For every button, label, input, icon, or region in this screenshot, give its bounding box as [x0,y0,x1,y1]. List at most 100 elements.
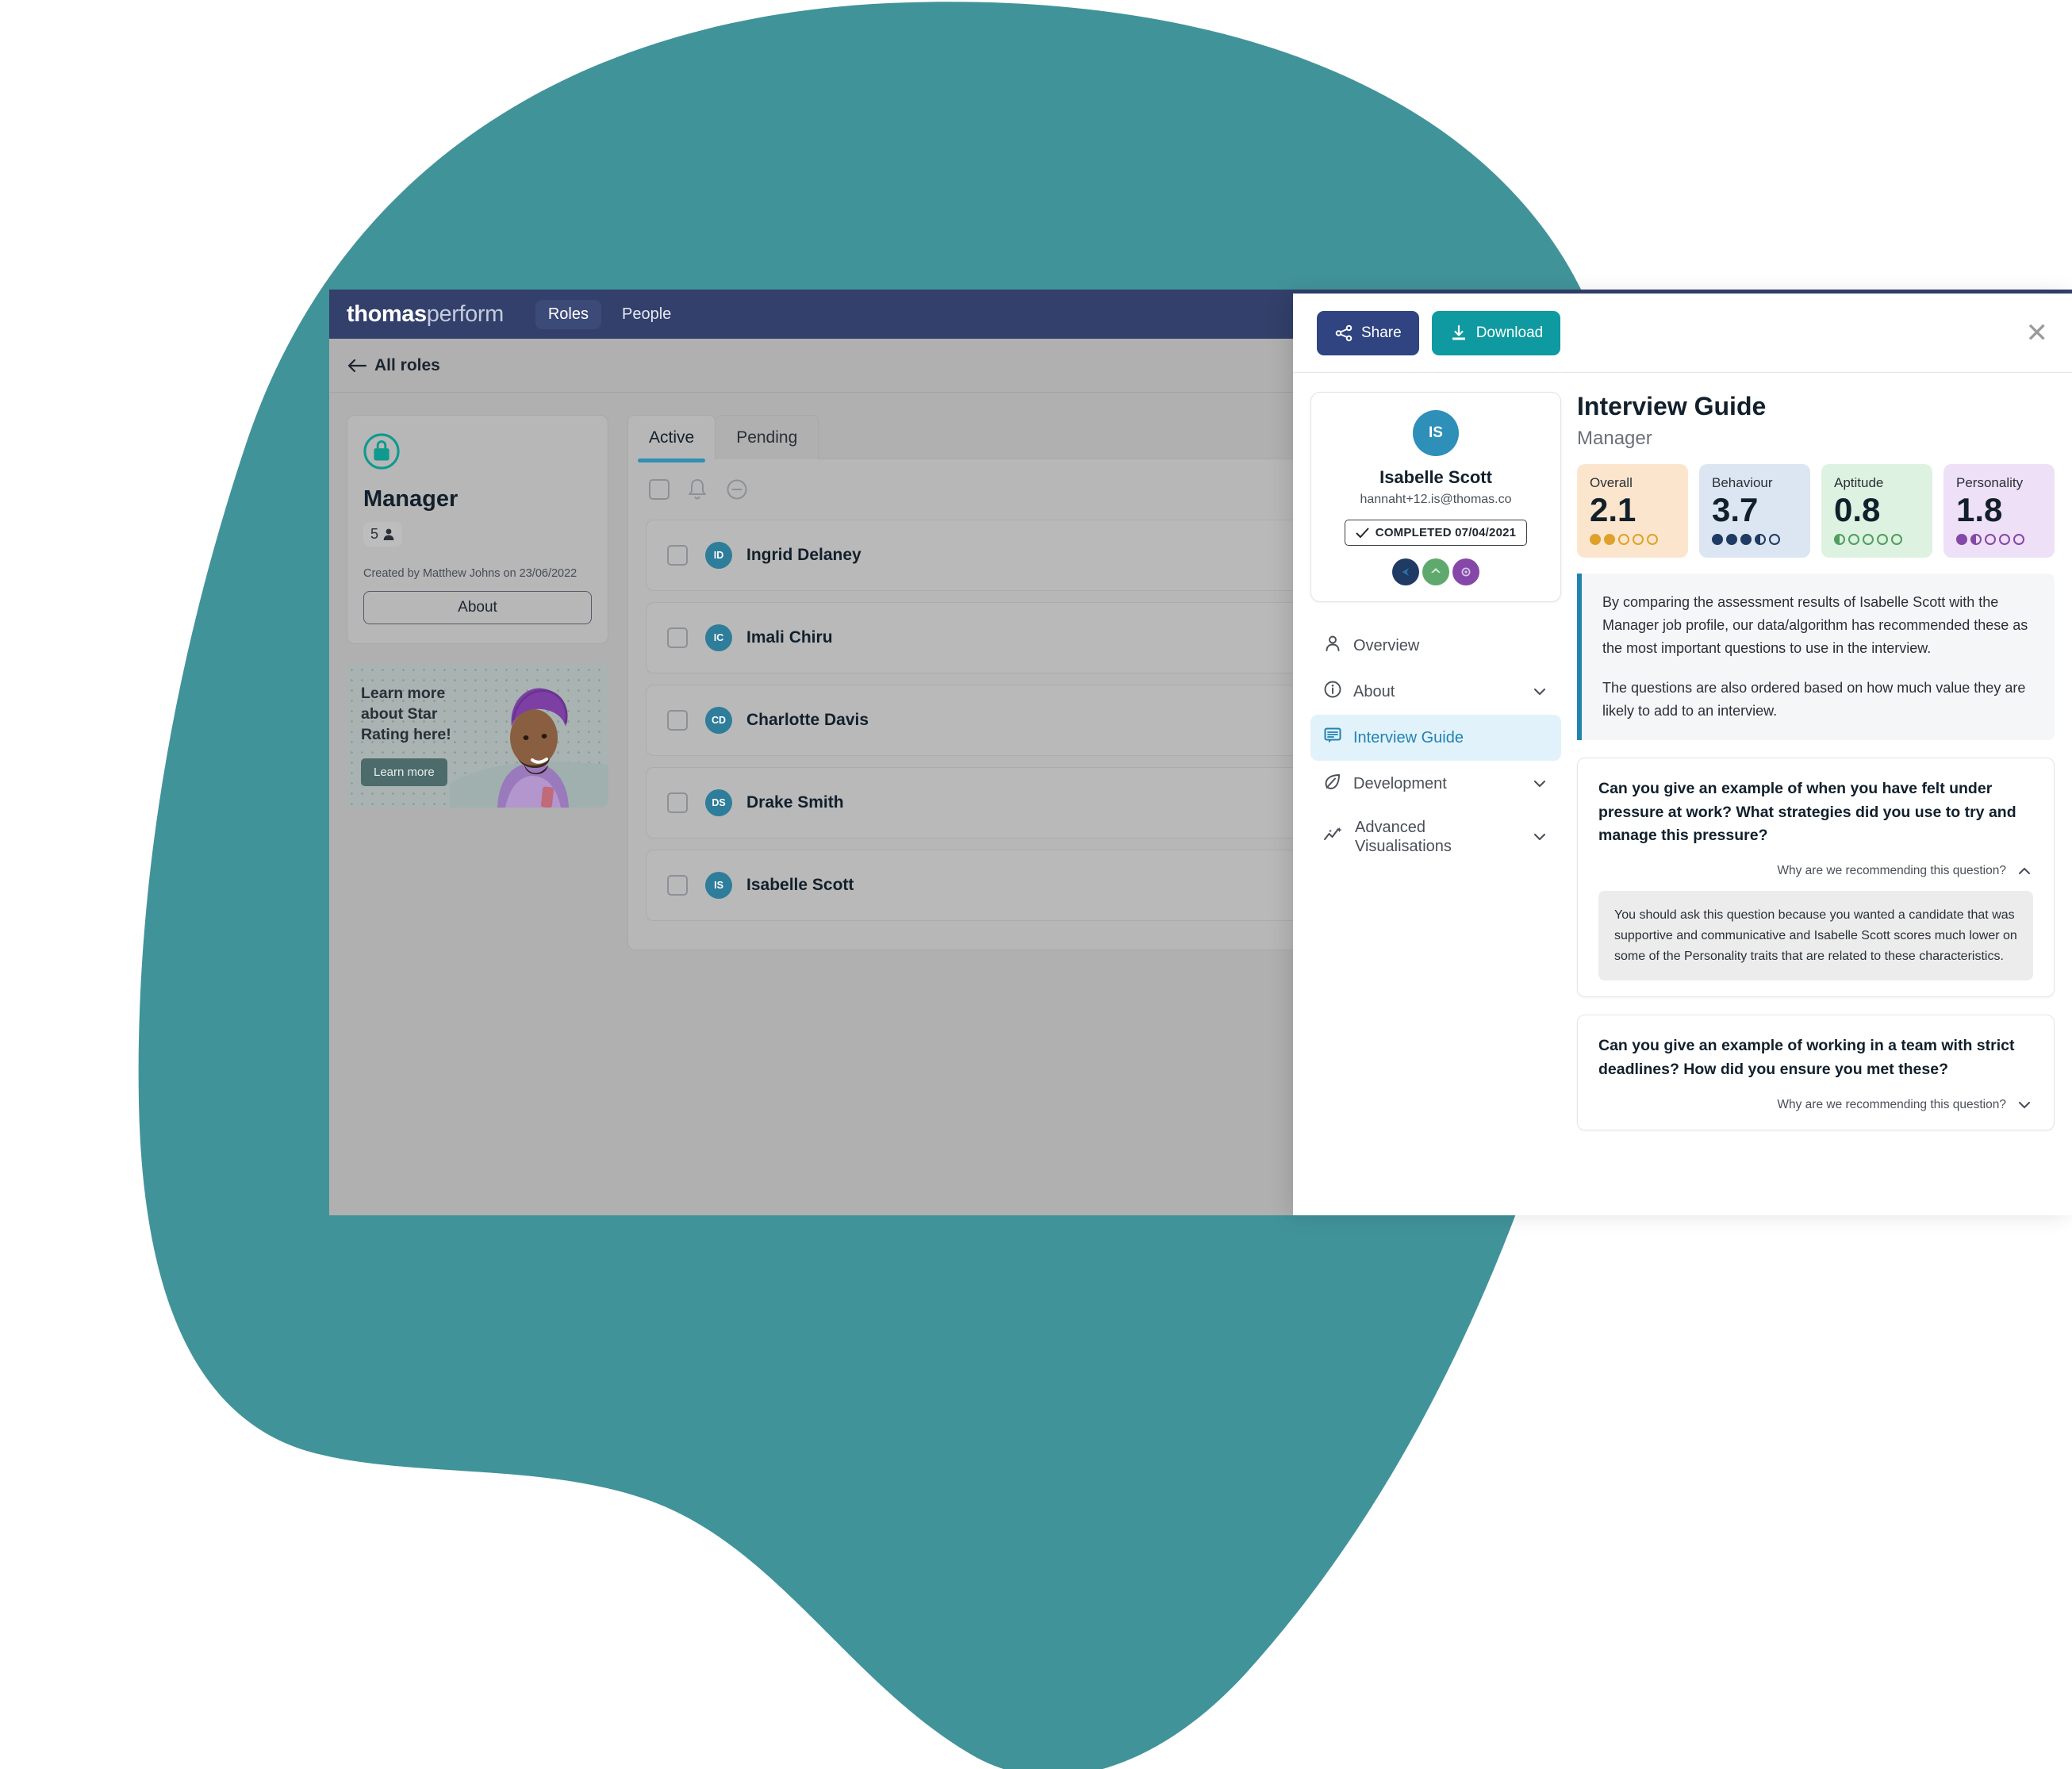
row-checkbox[interactable] [667,627,688,648]
leaf-icon [1323,772,1342,796]
rating-dot [1863,534,1874,546]
bell-icon[interactable] [687,478,708,501]
member-count-chip: 5 [363,522,403,547]
analytics-icon [1323,825,1344,849]
chevron-down-icon [1533,780,1546,788]
logo-light: perform [426,301,505,327]
sidebar-item-advanced-visualisations[interactable]: Advanced Visualisations [1310,807,1561,867]
score-card-dots [1590,534,1675,546]
avatar: CD [705,707,732,734]
person-icon [383,528,394,540]
sidebar-item-interview-guide[interactable]: Interview Guide [1310,715,1561,761]
sidebar-item-label: Advanced Visualisations [1355,819,1452,855]
score-card-dots [1712,534,1798,546]
row-checkbox[interactable] [667,875,688,896]
row-checkbox[interactable] [667,710,688,731]
rating-dot [1633,534,1644,546]
rating-dot [1726,534,1737,546]
profile-name: Isabelle Scott [1379,467,1492,487]
rating-dot [1590,534,1601,546]
profile-card: IS Isabelle Scott hannaht+12.is@thomas.c… [1310,392,1561,602]
candidate-name: Drake Smith [746,793,844,812]
candidate-name: Isabelle Scott [746,876,854,894]
promo-card[interactable]: Learn more about Star Rating here! Learn… [347,665,608,808]
score-card-value: 1.8 [1956,491,2003,528]
question-card: Can you give an example of when you have… [1577,757,2055,998]
rating-dot [1877,534,1888,546]
sidebar-item-label: Interview Guide [1353,729,1464,746]
learn-more-button[interactable]: Learn more [361,758,447,786]
sidebar-item-label: Overview [1353,637,1420,654]
page-subtitle: Manager [1577,428,1652,449]
score-cards: Overall 2.1 Behaviour 3.7 Aptitude 0.8 Persona… [1577,464,2055,558]
rating-dot [1769,534,1780,546]
rating-dot [1647,534,1658,546]
row-checkbox[interactable] [667,545,688,566]
status-badge-label: COMPLETED 07/04/2021 [1375,526,1517,539]
breadcrumb-label: All roles [374,355,440,374]
nav-item-people[interactable]: People [609,300,684,329]
sidebar-item-label: Development [1353,775,1447,792]
panel-header: Share Download ✕ [1293,294,2072,373]
info-callout: By comparing the assessment results of I… [1577,574,2055,740]
assessment-badges [1324,558,1548,585]
rating-dot [1755,534,1766,546]
tab-active[interactable]: Active [627,415,716,462]
why-recommending-toggle[interactable]: Why are we recommending this question? [1598,1096,2033,1114]
message-icon [1323,726,1342,750]
rating-dot [1848,534,1859,546]
question-text: Can you give an example of when you have… [1598,779,2016,845]
rating-dot [1970,534,1982,546]
sidebar-item-overview[interactable]: Overview [1310,623,1561,669]
why-recommending-toggle[interactable]: Why are we recommending this question? [1598,862,2033,880]
nav-item-roles[interactable]: Roles [535,299,601,329]
row-checkbox[interactable] [667,792,688,813]
select-all-checkbox[interactable] [649,479,670,500]
download-icon [1452,324,1465,340]
panel-main: Interview Guide Manager Overall 2.1 Behavi… [1577,392,2072,1215]
left-column: Manager 5 Created by Matthew Johns on 23… [347,415,608,950]
why-recommending-label: Why are we recommending this question? [1777,1097,2006,1111]
rating-dot [1604,534,1615,546]
close-icon[interactable]: ✕ [2026,320,2049,347]
sidebar-item-about[interactable]: About [1310,669,1561,715]
tab-pending[interactable]: Pending [715,415,819,459]
rating-dot [1891,534,1902,546]
rating-dot [1618,534,1629,546]
info-icon [1323,680,1342,704]
avatar: ID [705,542,732,569]
question-card: Can you give an example of working in a … [1577,1015,2055,1130]
sidebar-item-development[interactable]: Development [1310,761,1561,807]
aptitude-glyph [1431,568,1441,573]
behaviour-badge [1392,558,1419,585]
score-card-aptitude: Aptitude 0.8 [1821,464,1932,558]
status-badge: COMPLETED 07/04/2021 [1344,520,1528,546]
personality-glyph [1461,567,1471,577]
rating-dot [1956,534,1967,546]
arrow-left-icon [347,359,367,372]
top-navigation: Roles People [535,299,684,329]
minus-circle-icon[interactable] [725,478,749,501]
about-button[interactable]: About [363,591,592,624]
share-button[interactable]: Share [1317,310,1419,355]
callout-paragraph-1: By comparing the assessment results of I… [1602,594,2028,657]
role-created-text: Created by Matthew Johns on 23/06/2022 [363,567,577,580]
score-card-dots [1834,534,1920,546]
avatar: IS [705,872,732,899]
candidate-name: Charlotte Davis [746,711,869,729]
candidate-name: Ingrid Delaney [746,546,861,564]
download-button[interactable]: Download [1431,310,1561,355]
check-icon [1356,528,1369,538]
share-icon [1335,324,1353,341]
score-card-overall: Overall 2.1 [1577,464,1688,558]
app-logo[interactable]: thomasperform [347,301,504,328]
panel-sidebar: IS Isabelle Scott hannaht+12.is@thomas.c… [1310,392,1561,1215]
score-card-value: 0.8 [1834,491,1881,528]
breadcrumb-all-roles[interactable]: All roles [347,356,440,375]
rating-dot [1740,534,1752,546]
question-answer: You should ask this question because you… [1598,890,2033,981]
behaviour-glyph [1402,568,1409,576]
avatar: DS [705,789,732,816]
chevron-down-icon [1533,688,1546,696]
profile-email: hannaht+12.is@thomas.co [1360,493,1512,506]
